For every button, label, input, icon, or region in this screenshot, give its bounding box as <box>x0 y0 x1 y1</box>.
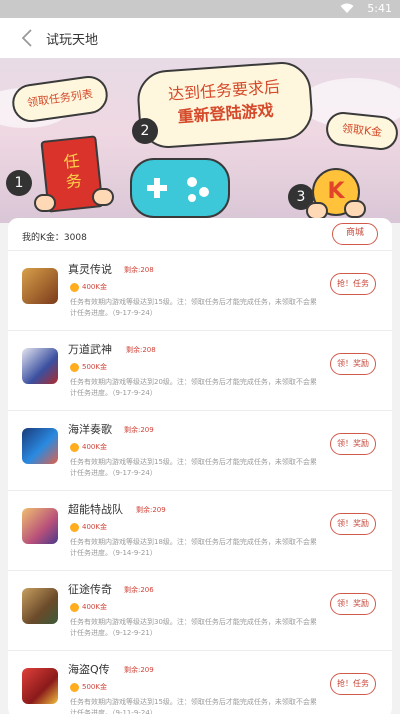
game-icon <box>22 668 58 704</box>
game-row[interactable]: 征途传奇 剩余:206 400K金 任务有效期内游戏等级达到30级。注：领取任务… <box>8 570 392 650</box>
game-row[interactable]: 超能特战队 剩余:209 400K金 任务有效期内游戏等级达到18级。注：领取任… <box>8 490 392 570</box>
step1-bubble: 领取任务列表 <box>9 73 111 125</box>
remaining-count: 剩余:209 <box>124 426 154 434</box>
game-name: 真灵传说 <box>68 263 112 276</box>
step2-bubble: 达到任务要求后 重新登陆游戏 <box>135 60 315 150</box>
reward-amount: 500K金 <box>82 363 107 371</box>
game-icon <box>22 508 58 544</box>
game-row[interactable]: 海盗Q传 剩余:209 500K金 任务有效期内游戏等级达到15级。注：领取任务… <box>8 650 392 714</box>
status-bar: 5:41 <box>0 0 400 18</box>
game-icon <box>22 588 58 624</box>
reward-amount: 500K金 <box>82 683 107 691</box>
task-description: 任务有效期内游戏等级达到18级。注：领取任务后才能完成任务，未领取不会累计任务进… <box>70 538 317 557</box>
game-name: 海洋奏歌 <box>68 423 112 436</box>
step1-number: 1 <box>6 170 32 196</box>
game-icon <box>22 348 58 384</box>
task-action-button[interactable]: 领！奖励 <box>330 353 376 375</box>
coin-icon <box>70 283 79 292</box>
step1-text: 领取任务列表 <box>26 87 94 110</box>
coin-icon <box>70 683 79 692</box>
task-action-button[interactable]: 领！奖励 <box>330 433 376 455</box>
game-name: 海盗Q传 <box>68 663 110 676</box>
gamepad-icon <box>130 158 230 218</box>
coin-icon <box>70 363 79 372</box>
remaining-count: 剩余:208 <box>126 346 156 354</box>
top-nav: 试玩天地 <box>0 18 400 58</box>
game-name: 征途传奇 <box>68 583 112 596</box>
back-arrow-icon[interactable] <box>20 28 36 48</box>
game-icon <box>22 428 58 464</box>
mall-button[interactable]: 商城 <box>332 223 378 245</box>
hand-icon <box>344 200 366 218</box>
remaining-count: 剩余:206 <box>124 586 154 594</box>
task-description: 任务有效期内游戏等级达到15级。注：领取任务后才能完成任务，未领取不会累计任务进… <box>70 298 317 317</box>
step2-number: 2 <box>132 118 158 144</box>
game-row[interactable]: 真灵传说 剩余:208 400K金 任务有效期内游戏等级达到15级。注：领取任务… <box>8 250 392 330</box>
promo-banner: 领取任务列表 达到任务要求后 重新登陆游戏 领取K金 1 2 3 任务 K <box>0 58 400 223</box>
reward-amount: 400K金 <box>82 443 107 451</box>
task-action-button[interactable]: 领！奖励 <box>330 593 376 615</box>
task-card: 我的K金：3008 商城 真灵传说 剩余:208 400K金 任务有效期内游戏等… <box>8 218 392 714</box>
coin-icon <box>70 443 79 452</box>
game-row[interactable]: 万道武神 剩余:208 500K金 任务有效期内游戏等级达到20级。注：领取任务… <box>8 330 392 410</box>
reward-amount: 400K金 <box>82 603 107 611</box>
kcoin-balance: 我的K金：3008 <box>22 233 87 243</box>
game-row[interactable]: 海洋奏歌 剩余:209 400K金 任务有效期内游戏等级达到15级。注：领取任务… <box>8 410 392 490</box>
page-title: 试玩天地 <box>46 33 99 48</box>
remaining-count: 剩余:209 <box>136 506 166 514</box>
task-action-button[interactable]: 抢！任务 <box>330 273 376 295</box>
remaining-count: 剩余:208 <box>124 266 154 274</box>
task-action-button[interactable]: 抢！任务 <box>330 673 376 695</box>
hand-icon <box>34 194 56 212</box>
task-book-label: 任务 <box>62 151 83 192</box>
task-description: 任务有效期内游戏等级达到15级。注：领取任务后才能完成任务，未领取不会累计任务进… <box>70 698 317 714</box>
hand-icon <box>92 188 114 206</box>
coin-icon <box>70 523 79 532</box>
task-description: 任务有效期内游戏等级达到30级。注：领取任务后才能完成任务，未领取不会累计任务进… <box>70 618 317 637</box>
task-action-button[interactable]: 领！奖励 <box>330 513 376 535</box>
game-icon <box>22 268 58 304</box>
reward-amount: 400K金 <box>82 523 107 531</box>
game-name: 万道武神 <box>68 343 112 356</box>
coin-icon <box>70 603 79 612</box>
wifi-icon <box>340 3 354 13</box>
task-description: 任务有效期内游戏等级达到20级。注：领取任务后才能完成任务，未领取不会累计任务进… <box>70 378 317 397</box>
reward-amount: 400K金 <box>82 283 107 291</box>
step3-text: 领取K金 <box>341 121 383 140</box>
task-description: 任务有效期内游戏等级达到15级。注：领取任务后才能完成任务，未领取不会累计任务进… <box>70 458 317 477</box>
remaining-count: 剩余:209 <box>124 666 154 674</box>
game-name: 超能特战队 <box>68 503 123 516</box>
status-time: 5:41 <box>367 2 392 15</box>
